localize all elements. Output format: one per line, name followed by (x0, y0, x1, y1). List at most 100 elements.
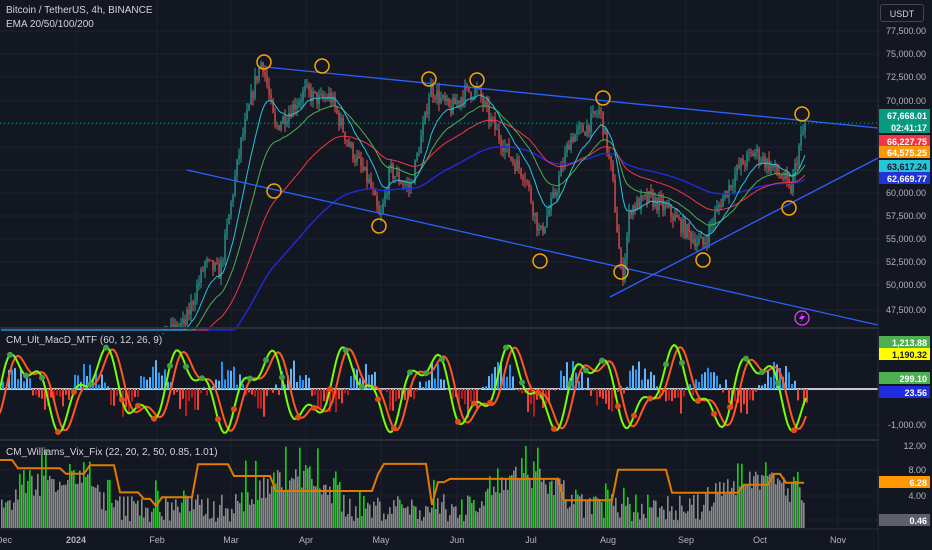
candle (236, 159, 238, 177)
vix-bar (733, 481, 735, 528)
vix-bar (617, 512, 619, 528)
macd-histogram-bar (221, 361, 223, 389)
vix-bar (227, 508, 229, 528)
vix-bar (719, 481, 721, 528)
candle (590, 113, 592, 132)
vix-bar (523, 473, 525, 528)
candle (572, 137, 574, 142)
macd-histogram-bar (296, 382, 298, 389)
macd-tick-label: -1,000.00 (888, 420, 926, 430)
vix-bar (661, 506, 663, 528)
macd-histogram-bar (476, 389, 478, 409)
macd-cross-dot (183, 363, 189, 370)
vix-bar (467, 495, 469, 528)
vix-bar (295, 469, 297, 528)
vix-bar (539, 468, 541, 528)
vix-bar (419, 510, 421, 528)
vix-bar (795, 480, 797, 528)
vix-bar (673, 519, 675, 528)
macd-histogram-bar (632, 365, 634, 389)
vix-bar (33, 495, 35, 528)
candle (400, 182, 402, 184)
vix-bar (43, 475, 45, 528)
macd-cross-dot (151, 415, 157, 422)
macd-histogram-bar (578, 381, 580, 389)
indicator-label: EMA 20/50/100/200 (6, 19, 94, 30)
macd-histogram-bar (107, 386, 109, 389)
vix-bar (693, 495, 695, 528)
candle (736, 165, 738, 175)
vix-bar (799, 487, 801, 528)
vix-bar (379, 501, 381, 528)
vix-bar (147, 508, 149, 528)
vix-bar (27, 480, 29, 528)
macd-histogram-bar (785, 365, 787, 389)
vix-tick-label: 4.00 (908, 491, 926, 501)
vix-bar (453, 506, 455, 528)
macd-histogram-bar (179, 389, 181, 410)
candle (616, 212, 618, 233)
vix-bar (255, 460, 257, 528)
candle (506, 143, 508, 147)
vix-bar (67, 479, 69, 528)
candle (482, 97, 484, 105)
vix-bar (263, 477, 265, 528)
macd-histogram-bar (440, 379, 442, 389)
vix-bar (207, 498, 209, 528)
candle (276, 124, 278, 126)
candle (310, 90, 312, 101)
candle (404, 184, 406, 186)
vix-bar (791, 483, 793, 528)
time-tick-label: Dec (0, 535, 12, 545)
candle (186, 309, 188, 325)
macd-histogram-bar (41, 389, 43, 399)
macd-histogram-bar (413, 389, 415, 400)
vix-bar (3, 507, 5, 528)
candle (576, 129, 578, 135)
currency-button[interactable]: USDT (880, 4, 924, 22)
candle (690, 232, 692, 243)
candle (250, 91, 252, 105)
vix-bar (307, 468, 309, 528)
candle (618, 232, 620, 249)
vix-bar (423, 516, 425, 528)
vix-bar (45, 449, 47, 528)
candle (586, 124, 588, 136)
vix-bar (557, 477, 559, 528)
candle (756, 148, 758, 152)
candle (228, 214, 230, 225)
vix-bar (763, 475, 765, 528)
candle (534, 212, 536, 216)
candle (216, 263, 218, 265)
candle (446, 98, 448, 101)
macd-histogram-bar (116, 389, 118, 396)
candle (432, 84, 434, 97)
macd-histogram-bar (434, 378, 436, 389)
macd-histogram-bar (650, 371, 652, 389)
candle (752, 152, 754, 157)
vix-bar (171, 502, 173, 528)
price-tick-label: 50,000.00 (886, 280, 926, 290)
candle (520, 168, 522, 177)
chart-canvas[interactable]: 77,500.00 75,000.00 72,500.00 70,000.00 60,0… (0, 0, 932, 550)
vix-bar (529, 477, 531, 528)
vix-badge-label: 6.28 (909, 478, 927, 488)
vix-bar (287, 489, 289, 528)
time-axis[interactable]: Dec 2024 Feb Mar Apr May Jun Jul Aug Sep Oct Nov (0, 530, 878, 550)
vix-bar (23, 470, 25, 528)
macd-cross-dot (55, 429, 61, 435)
price-axis[interactable]: 77,500.00 75,000.00 72,500.00 70,000.00 60,0… (879, 0, 932, 550)
vix-bar (729, 491, 731, 528)
vix-bar (505, 478, 507, 528)
macd-histogram-bar (20, 369, 22, 389)
vix-bar (351, 516, 353, 528)
macd-histogram-bar (425, 381, 427, 389)
vix-bar (29, 470, 31, 528)
vix-bar (657, 517, 659, 528)
time-tick-label: Jun (450, 535, 465, 545)
vix-bar (459, 514, 461, 528)
vix-bar (567, 508, 569, 528)
candle (350, 143, 352, 147)
macd-histogram-bar (677, 389, 679, 398)
vix-bar (265, 497, 267, 528)
